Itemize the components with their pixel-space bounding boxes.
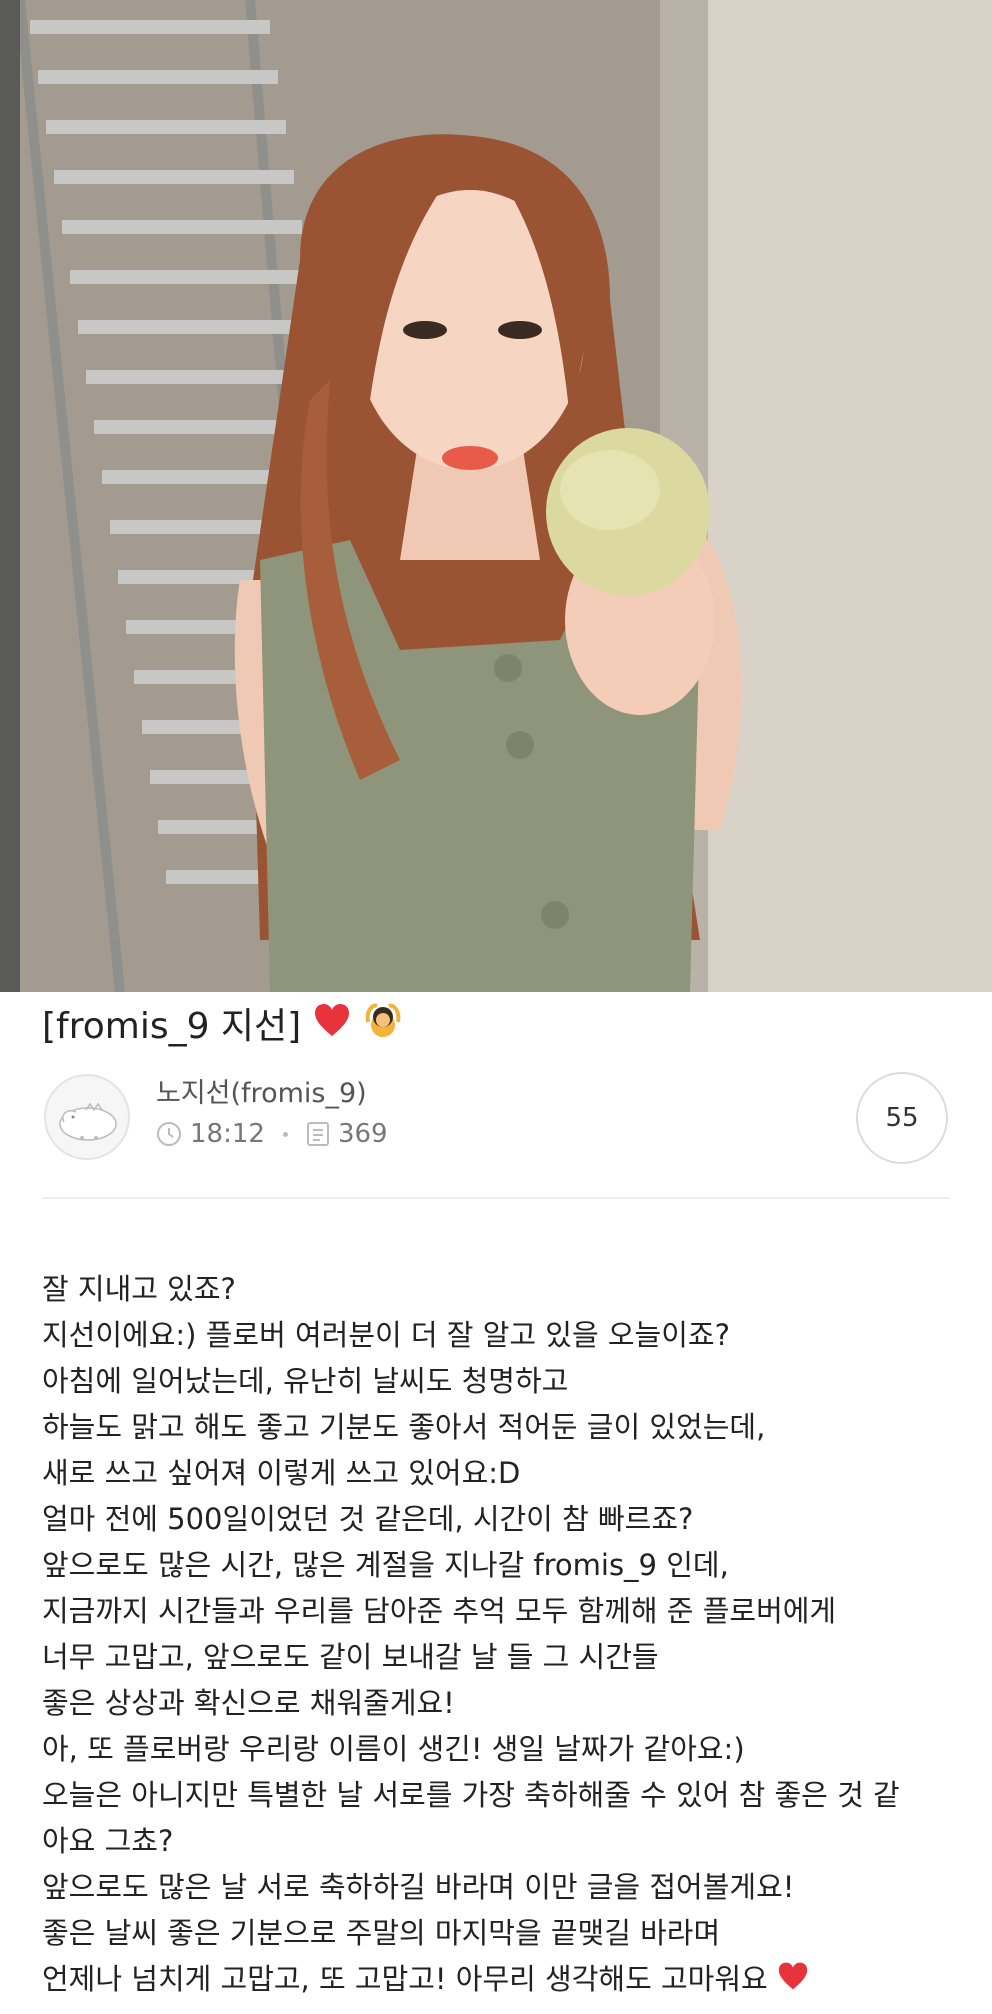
view-count: 369 [337, 1119, 388, 1149]
body-line: 오늘은 아니지만 특별한 날 서로를 가장 축하해줄 수 있어 참 좋은 것 같 [42, 1778, 900, 1812]
body-line: 잘 지내고 있죠? [42, 1272, 236, 1306]
body-line: 지선이에요:) 플로버 여러분이 더 잘 알고 있을 오늘이죠? [42, 1318, 730, 1352]
body-line: 앞으로도 많은 날 서로 축하하길 바라며 이만 글을 접어볼게요! [42, 1870, 795, 1904]
body-line-last-text: 언제나 넘치게 고맙고, 또 고맙고! 아무리 생각해도 고마워요 [42, 1962, 768, 1996]
divider [42, 1197, 950, 1199]
body-line: 지금까지 시간들과 우리를 담아준 추억 모두 함께해 준 플로버에게 [42, 1594, 837, 1628]
post-title-text: [fromis_9 지선] [42, 1006, 302, 1047]
clock-icon [156, 1121, 182, 1147]
body-line: 너무 고맙고, 앞으로도 같이 보내갈 날 들 그 시간들 [42, 1640, 659, 1674]
document-icon [306, 1121, 330, 1147]
post-time: 18:12 [190, 1119, 265, 1149]
comment-count-button[interactable]: 55 [856, 1072, 948, 1164]
body-line: 하늘도 맑고 해도 좋고 기분도 좋아서 적어둔 글이 있었는데, [42, 1410, 766, 1444]
body-line: 아, 또 플로버랑 우리랑 이름이 생긴! 생일 날짜가 같아요:) [42, 1732, 745, 1766]
body-line: 아요 그쵸? [42, 1824, 174, 1858]
body-line: 좋은 날씨 좋은 기분으로 주말의 마지막을 끝맺길 바라며 [42, 1916, 721, 1950]
meta-separator [282, 1131, 288, 1137]
post-meta: 18:12 369 [156, 1116, 388, 1152]
person-gesturing-ok-icon [363, 1000, 403, 1054]
body-line: 얼마 전에 500일이었던 것 같은데, 시간이 참 빠르죠? [42, 1502, 694, 1536]
heart-icon [777, 1958, 809, 2004]
author-avatar[interactable] [44, 1074, 130, 1160]
body-line-last: 언제나 넘치게 고맙고, 또 고맙고! 아무리 생각해도 고마워요 [42, 1956, 972, 2002]
post-title: [fromis_9 지선] [42, 1002, 403, 1052]
post-photo [0, 0, 992, 992]
heart-icon [313, 1002, 351, 1052]
author-name[interactable]: 노지선(fromis_9) [156, 1076, 367, 1112]
body-line: 좋은 상상과 확신으로 채워줄게요! [42, 1686, 455, 1720]
post-body: 잘 지내고 있죠? 지선이에요:) 플로버 여러분이 더 잘 알고 있을 오늘이… [42, 1266, 972, 2002]
body-line: 앞으로도 많은 시간, 많은 계절을 지나갈 fromis_9 인데, [42, 1548, 729, 1582]
body-line: 새로 쓰고 싶어져 이렇게 쓰고 있어요:D [42, 1456, 521, 1490]
body-line: 아침에 일어났는데, 유난히 날씨도 청명하고 [42, 1364, 569, 1398]
